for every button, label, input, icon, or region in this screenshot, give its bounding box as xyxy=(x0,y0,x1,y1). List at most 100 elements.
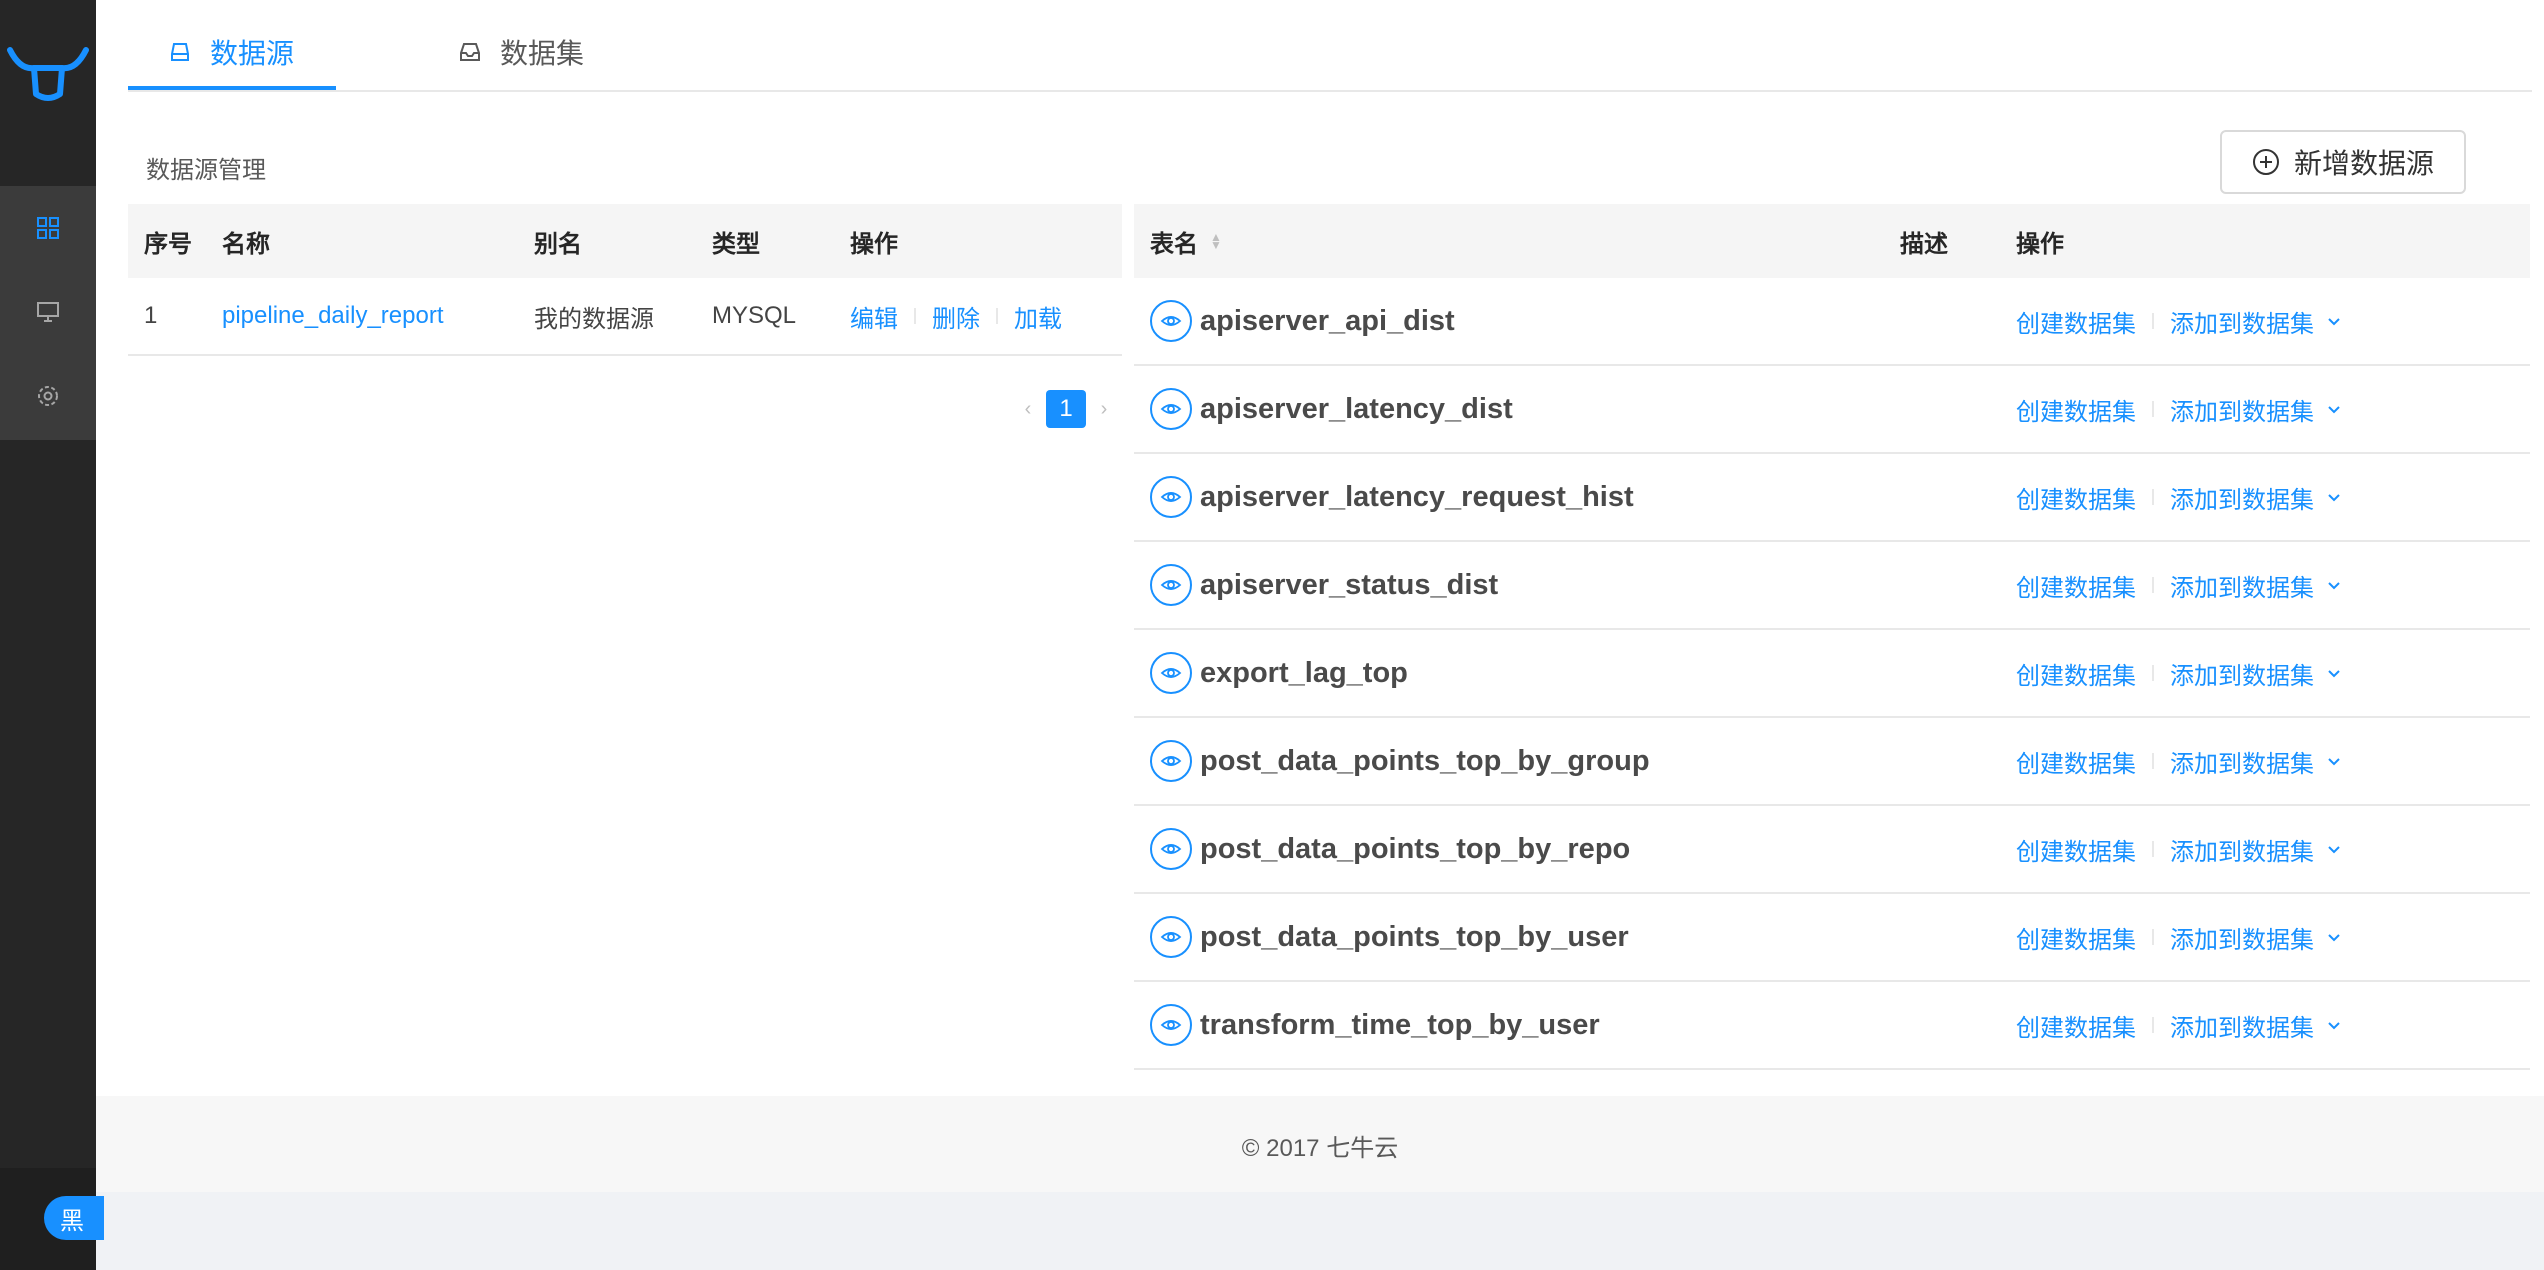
create-dataset-link[interactable]: 创建数据集 xyxy=(2016,480,2136,515)
sidebar-item-dashboard[interactable] xyxy=(0,186,96,270)
page-1-button[interactable]: 1 xyxy=(1046,390,1086,428)
qiniu-logo[interactable] xyxy=(0,0,96,186)
add-to-dataset-link[interactable]: 添加到数据集 xyxy=(2170,1008,2314,1043)
table-row[interactable]: export_lag_top 创建数据集 添加到数据集 xyxy=(1134,630,2530,718)
table-row[interactable]: apiserver_latency_request_hist 创建数据集 添加到数据… xyxy=(1134,454,2530,542)
tab-datasource-label: 数据源 xyxy=(210,38,295,69)
chevron-down-icon[interactable] xyxy=(2326,929,2342,945)
create-dataset-link[interactable]: 创建数据集 xyxy=(2016,1008,2136,1043)
eye-icon[interactable] xyxy=(1150,740,1192,782)
divider xyxy=(2152,841,2154,857)
create-dataset-link[interactable]: 创建数据集 xyxy=(2016,304,2136,339)
divider xyxy=(914,308,916,324)
tab-datasource[interactable]: 数据源 xyxy=(168,32,294,72)
add-datasource-button[interactable]: 新增数据源 xyxy=(2220,130,2466,194)
col-type: 类型 xyxy=(712,230,760,258)
table-row[interactable]: apiserver_status_dist 创建数据集 添加到数据集 xyxy=(1134,542,2530,630)
sidebar: 黑 xyxy=(0,0,104,1270)
add-to-dataset-link[interactable]: 添加到数据集 xyxy=(2170,920,2314,955)
eye-icon[interactable] xyxy=(1150,1004,1192,1046)
plus-circle-icon xyxy=(2252,148,2280,176)
settings-icon xyxy=(38,386,58,406)
row-table-name: post_data_points_top_by_repo xyxy=(1134,828,1900,870)
chevron-down-icon[interactable] xyxy=(2326,1017,2342,1033)
tables-rows: apiserver_api_dist 创建数据集 添加到数据集 apiserver_l… xyxy=(1134,278,2530,1070)
create-dataset-link[interactable]: 创建数据集 xyxy=(2016,744,2136,779)
eye-icon[interactable] xyxy=(1150,564,1192,606)
chevron-down-icon[interactable] xyxy=(2326,313,2342,329)
table-row[interactable]: transform_time_top_by_user 创建数据集 添加到数据集 xyxy=(1134,982,2530,1070)
eye-icon[interactable] xyxy=(1150,916,1192,958)
create-dataset-link[interactable]: 创建数据集 xyxy=(2016,832,2136,867)
table-name: export_lag_top xyxy=(1200,656,1408,689)
row-index: 1 xyxy=(144,302,158,329)
chevron-down-icon[interactable] xyxy=(2326,753,2342,769)
next-page-button[interactable]: › xyxy=(1086,398,1122,421)
table-header: 表名 ▲ ▼ 描述 操作 xyxy=(1134,204,2530,278)
create-dataset-link[interactable]: 创建数据集 xyxy=(2016,656,2136,691)
tab-dataset[interactable]: 数据集 xyxy=(458,32,584,72)
add-to-dataset-link[interactable]: 添加到数据集 xyxy=(2170,656,2314,691)
inbox-icon xyxy=(458,40,482,64)
section-title: 数据源管理 xyxy=(146,157,266,184)
chevron-down-icon[interactable] xyxy=(2326,841,2342,857)
add-to-dataset-link[interactable]: 添加到数据集 xyxy=(2170,568,2314,603)
delete-link[interactable]: 删除 xyxy=(932,299,980,334)
divider xyxy=(996,308,998,324)
table-row[interactable]: 1 pipeline_daily_report 我的数据源 MYSQL 编辑 删… xyxy=(128,278,1122,356)
tables-table: 表名 ▲ ▼ 描述 操作 apiserver_api_dist 创建数据集 添加到数据… xyxy=(1134,204,2530,1070)
row-table-name: apiserver_api_dist xyxy=(1134,300,1900,342)
table-row[interactable]: post_data_points_top_by_group 创建数据集 添加到数据集 xyxy=(1134,718,2530,806)
row-actions: 创建数据集 添加到数据集 xyxy=(2016,568,2530,603)
table-row[interactable]: post_data_points_top_by_repo 创建数据集 添加到数据集 xyxy=(1134,806,2530,894)
load-link[interactable]: 加载 xyxy=(1014,299,1062,334)
sidebar-item-monitor[interactable] xyxy=(0,270,96,354)
row-alias: 我的数据源 xyxy=(534,305,654,333)
col-table-name[interactable]: 表名 ▲ ▼ xyxy=(1134,224,1900,259)
row-actions: 创建数据集 添加到数据集 xyxy=(2016,920,2530,955)
row-actions: 创建数据集 添加到数据集 xyxy=(2016,656,2530,691)
row-actions: 创建数据集 添加到数据集 xyxy=(2016,832,2530,867)
chevron-down-icon[interactable] xyxy=(2326,665,2342,681)
table-name: apiserver_status_dist xyxy=(1200,568,1499,601)
row-actions: 创建数据集 添加到数据集 xyxy=(2016,744,2530,779)
eye-icon[interactable] xyxy=(1150,652,1192,694)
create-dataset-link[interactable]: 创建数据集 xyxy=(2016,920,2136,955)
divider xyxy=(2152,313,2154,329)
add-to-dataset-link[interactable]: 添加到数据集 xyxy=(2170,392,2314,427)
eye-icon[interactable] xyxy=(1150,300,1192,342)
table-row[interactable]: post_data_points_top_by_user 创建数据集 添加到数据集 xyxy=(1134,894,2530,982)
chevron-down-icon[interactable] xyxy=(2326,489,2342,505)
create-dataset-link[interactable]: 创建数据集 xyxy=(2016,568,2136,603)
sidebar-item-settings[interactable] xyxy=(0,354,96,438)
add-to-dataset-link[interactable]: 添加到数据集 xyxy=(2170,744,2314,779)
sort-icon[interactable]: ▲ ▼ xyxy=(1210,231,1222,251)
col-name: 名称 xyxy=(222,230,270,258)
add-to-dataset-link[interactable]: 添加到数据集 xyxy=(2170,832,2314,867)
divider xyxy=(2152,1017,2154,1033)
eye-icon[interactable] xyxy=(1150,476,1192,518)
divider xyxy=(2152,577,2154,593)
col-actions: 操作 xyxy=(850,230,898,258)
create-dataset-link[interactable]: 创建数据集 xyxy=(2016,392,2136,427)
add-to-dataset-link[interactable]: 添加到数据集 xyxy=(2170,480,2314,515)
divider xyxy=(2152,665,2154,681)
table-name: post_data_points_top_by_repo xyxy=(1200,832,1631,865)
eye-icon[interactable] xyxy=(1150,388,1192,430)
table-header: 序号 名称 别名 类型 操作 xyxy=(128,204,1122,278)
chevron-down-icon[interactable] xyxy=(2326,577,2342,593)
pagination: ‹ 1 › xyxy=(1010,390,1122,428)
bull-logo-icon xyxy=(7,47,89,101)
table-row[interactable]: apiserver_latency_dist 创建数据集 添加到数据集 xyxy=(1134,366,2530,454)
datasource-name-link[interactable]: pipeline_daily_report xyxy=(222,302,534,330)
add-to-dataset-link[interactable]: 添加到数据集 xyxy=(2170,304,2314,339)
tab-bar: 数据源 数据集 xyxy=(128,0,2532,92)
table-row[interactable]: apiserver_api_dist 创建数据集 添加到数据集 xyxy=(1134,278,2530,366)
prev-page-button[interactable]: ‹ xyxy=(1010,398,1046,421)
col-alias: 别名 xyxy=(534,230,582,258)
theme-toggle[interactable]: 黑 xyxy=(44,1196,104,1240)
table-name: post_data_points_top_by_user xyxy=(1200,920,1629,953)
edit-link[interactable]: 编辑 xyxy=(850,299,898,334)
chevron-down-icon[interactable] xyxy=(2326,401,2342,417)
eye-icon[interactable] xyxy=(1150,828,1192,870)
